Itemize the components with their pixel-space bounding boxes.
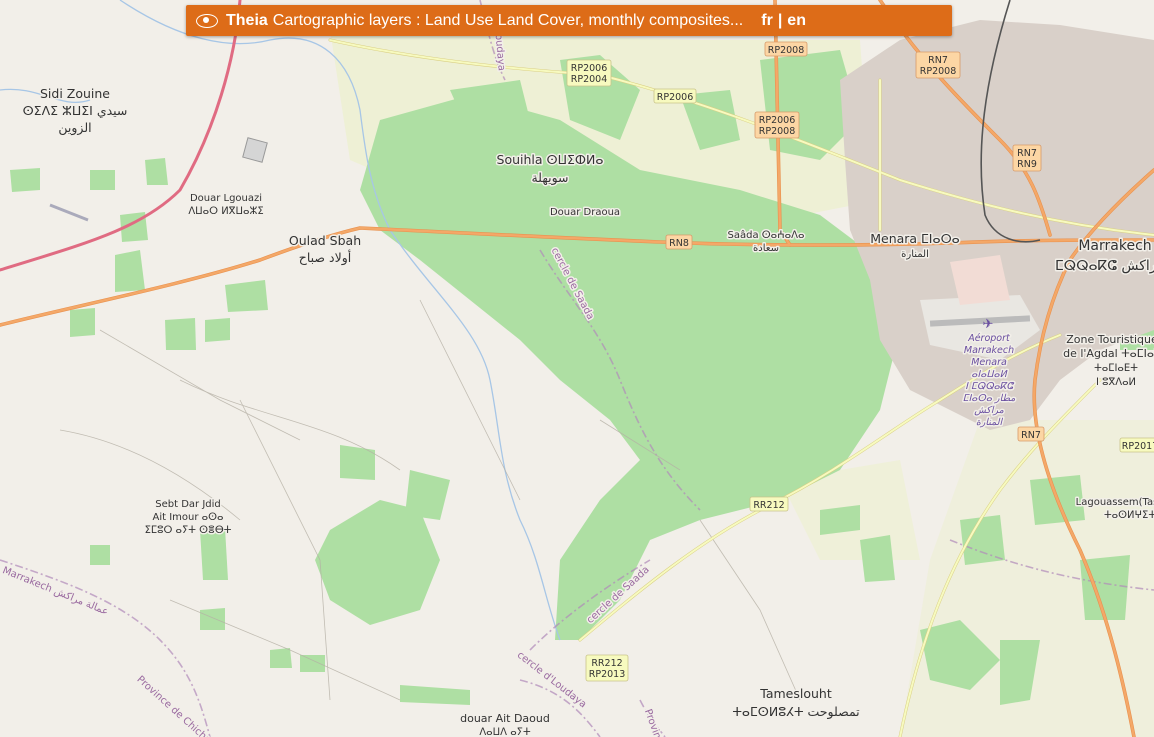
- place-sidi-zouine: Sidi Zouine: [40, 86, 110, 101]
- place-douar-ait-daoud-local: ⴷⴰⵡⴷ ⴰⵢⵜ: [479, 727, 531, 737]
- svg-text:RP2006: RP2006: [571, 63, 608, 74]
- place-tameslouht: Tameslouht: [759, 686, 832, 701]
- place-sidi-zouine-arabic: الزوين: [58, 120, 91, 136]
- place-sebt-dar-jdid-line3: ⵉⵎⵓⵔ ⴰⵢⵜ ⵙⴻⴱⵜ: [145, 525, 232, 536]
- svg-text:RP2006: RP2006: [657, 92, 694, 103]
- theia-eye-icon: [196, 13, 218, 28]
- place-zone-touristique-line3: ⵜⴰⵎⵏⴰⴹⵜ: [1094, 363, 1138, 374]
- place-lagouassem-line1: Lagouassem(Tas: [1076, 497, 1154, 508]
- place-douar-lgouazi-local: ⴷⵡⴰⵔ ⵍⴳⵡⴰⵣⵉ: [188, 206, 263, 217]
- place-marrakech-local: ⵎⵕⵕⴰⴽⵛ مراكش: [1055, 258, 1154, 274]
- shield-rp2006-rp2004: RP2006 RP2004: [566, 59, 612, 87]
- shield-rp2008-top: RP2008: [764, 41, 808, 57]
- place-menara-arabic: المنارة: [901, 249, 929, 260]
- svg-text:RR212: RR212: [753, 500, 784, 511]
- lang-separator: |: [777, 11, 783, 29]
- svg-text:RN8: RN8: [669, 238, 689, 249]
- place-saada: Saâda ⵙⴰⵄⴰⴷⴰ: [728, 229, 805, 241]
- svg-text:RP2013: RP2013: [589, 669, 626, 680]
- shield-rn8: RN8: [665, 234, 693, 250]
- shield-rr212-rp2013: RR212 RP2013: [585, 654, 629, 682]
- map-canvas[interactable]: ✈ cercle de Saada cercle de Saada cercle…: [0, 0, 1154, 737]
- svg-text:RP2004: RP2004: [571, 74, 608, 85]
- layer-title: Cartographic layers : Land Use Land Cove…: [272, 11, 744, 29]
- svg-text:RN7: RN7: [928, 55, 948, 66]
- svg-text:RP2008: RP2008: [759, 126, 796, 137]
- lang-fr-link[interactable]: fr: [761, 12, 773, 29]
- place-douar-ait-daoud: douar Ait Daoud: [460, 712, 550, 725]
- place-airport-line3: Menara: [971, 357, 1007, 368]
- airport-icon: ✈: [983, 317, 994, 332]
- svg-text:RN7: RN7: [1017, 148, 1037, 159]
- svg-text:RR212: RR212: [591, 658, 622, 669]
- reservoir: [242, 137, 268, 163]
- place-marrakech: Marrakech: [1078, 238, 1151, 254]
- shield-rn7-rp2008: RN7 RP2008: [915, 51, 961, 79]
- place-oulad-sbah-arabic: أولاد صباح: [299, 249, 351, 266]
- title-banner: Theia Cartographic layers : Land Use Lan…: [186, 5, 952, 36]
- svg-text:RP2017: RP2017: [1122, 441, 1154, 452]
- shield-rn7-rn9: RN7 RN9: [1012, 144, 1042, 172]
- place-airport-line6: ⵎⵏⴰⵔⴰ مطار: [963, 393, 1016, 404]
- place-sidi-zouine-local: ⵙⵉⴷⵉ ⵣⵡⵉⵏ سيدي: [23, 103, 128, 118]
- language-switcher: fr | en: [761, 12, 806, 30]
- place-tameslouht-local: ⵜⴰⵎⵙⵍⵓⵃⵜ تمصلوحت: [732, 704, 860, 720]
- place-airport-line5: ⵏ ⵎⵕⵕⴰⴽⵛ: [965, 381, 1014, 392]
- shield-rp2006: RP2006: [653, 88, 697, 104]
- svg-text:RP2008: RP2008: [768, 45, 805, 56]
- place-douar-lgouazi: Douar Lgouazi: [190, 193, 262, 204]
- place-airport-line7: مراكش: [974, 405, 1004, 416]
- place-douar-draoua: Douar Draoua: [550, 207, 620, 218]
- svg-text:RP2006: RP2006: [759, 115, 796, 126]
- place-airport-line8: المنارة: [976, 417, 1004, 428]
- svg-text:RN9: RN9: [1017, 159, 1037, 170]
- place-souihla-arabic: سويهلة: [531, 170, 568, 186]
- svg-text:RP2008: RP2008: [920, 66, 957, 77]
- place-lagouassem-line2: ⵜⴰⵙⵍⵖⵉⵜ: [1104, 510, 1154, 521]
- place-sebt-dar-jdid-line2: Ait Imour ⴰⵙⴰ: [153, 512, 224, 523]
- place-oulad-sbah: Oulad Sbah: [289, 233, 361, 248]
- place-airport-line4: ⴰⵏⴰⵡⴰⵍ: [971, 369, 1007, 380]
- shield-rp2017: RP2017: [1119, 437, 1154, 453]
- lang-en-link[interactable]: en: [787, 12, 806, 29]
- shield-rn7-south: RN7: [1017, 426, 1045, 442]
- place-zone-touristique-line2: de l'Agdal ⵜⴰⵎⵏⴰⴹ: [1063, 347, 1154, 360]
- place-saada-arabic: سعادة: [753, 243, 779, 254]
- svg-text:RN7: RN7: [1021, 430, 1041, 441]
- place-menara: Menara ⵎⵏⴰⵔⴰ: [870, 231, 960, 246]
- shield-rp2006-rp2008: RP2006 RP2008: [754, 111, 800, 139]
- place-airport-line2: Marrakech: [964, 345, 1014, 356]
- shield-rr212: RR212: [749, 496, 789, 512]
- place-souihla: Souihla ⵙⵡⵉⵀⵍⴰ: [497, 152, 604, 167]
- place-sebt-dar-jdid-line1: Sebt Dar Jdid: [155, 499, 221, 510]
- place-zone-touristique-line4: ⵏ ⵓⴳⴷⴰⵍ: [1096, 377, 1136, 388]
- place-zone-touristique-line1: Zone Touristique: [1066, 333, 1154, 346]
- place-airport-line1: Aéroport: [967, 333, 1011, 344]
- brand-name: Theia: [226, 11, 268, 29]
